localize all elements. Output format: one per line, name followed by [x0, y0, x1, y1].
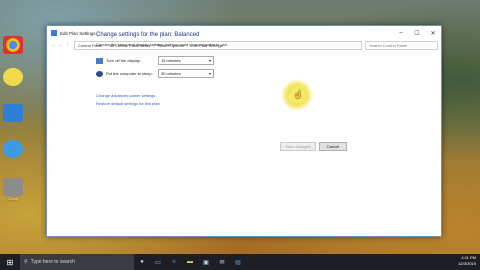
- microphone-icon[interactable]: ●: [134, 254, 150, 270]
- sleep-timeout-select[interactable]: 30 minutes ▾: [158, 69, 214, 78]
- edge-icon[interactable]: [3, 104, 23, 122]
- close-button[interactable]: ✕: [425, 26, 441, 40]
- display-setting-row: Turn off the display: 15 minutes ▾: [96, 55, 386, 66]
- control-panel-icon: [51, 30, 57, 36]
- mail-icon[interactable]: ✉: [214, 254, 230, 270]
- chevron-down-icon: ▾: [208, 71, 211, 76]
- maximize-button[interactable]: ☐: [409, 26, 425, 40]
- taskbar-search-input[interactable]: ⚲ Type here to search: [20, 254, 134, 270]
- chevron-down-icon: ▾: [208, 58, 211, 63]
- display-timeout-select[interactable]: 15 minutes ▾: [158, 56, 214, 65]
- sleep-setting-row: Put the computer to sleep: 30 minutes ▾: [96, 68, 386, 79]
- display-timeout-value: 15 minutes: [161, 58, 181, 63]
- tool-icon[interactable]: [3, 178, 23, 196]
- minimize-button[interactable]: –: [393, 26, 409, 40]
- page-description: Choose the sleep and display settings th…: [96, 42, 229, 47]
- task-view-icon[interactable]: ▭: [150, 254, 166, 270]
- desktop-icon-label: Confi: [8, 196, 18, 201]
- chrome-icon[interactable]: [3, 36, 23, 54]
- start-button[interactable]: ⊞: [0, 254, 20, 270]
- store-icon[interactable]: ▣: [198, 254, 214, 270]
- clock-date: 12/3/2019: [458, 261, 476, 266]
- taskbar: ⊞ ⚲ Type here to search ● ▭ e ▬ ▣ ✉ ▤ 4:…: [0, 254, 480, 270]
- page-title: Change settings for the plan: Balanced: [96, 32, 200, 38]
- sleep-timeout-value: 30 minutes: [161, 71, 181, 76]
- dialog-buttons: Save changes Cancel: [280, 142, 350, 151]
- monitor-icon: [96, 57, 103, 64]
- cancel-button[interactable]: Cancel: [319, 142, 347, 151]
- sleep-setting-label: Put the computer to sleep:: [106, 71, 153, 76]
- ie-icon[interactable]: [3, 140, 23, 158]
- search-icon: ⚲: [24, 259, 28, 265]
- up-arrow-icon[interactable]: ↑: [64, 42, 71, 48]
- back-arrow-icon[interactable]: ←: [50, 42, 57, 48]
- control-panel-taskbar-icon[interactable]: ▤: [230, 254, 246, 270]
- restore-defaults-link[interactable]: Restore default settings for this plan: [96, 101, 386, 106]
- display-setting-label: Turn off the display:: [106, 58, 141, 63]
- chat-icon[interactable]: [3, 68, 23, 86]
- moon-icon: [96, 70, 103, 77]
- taskbar-search-text: Type here to search: [30, 259, 75, 265]
- save-button[interactable]: Save changes: [280, 142, 316, 151]
- edge-taskbar-icon[interactable]: e: [166, 254, 182, 270]
- file-explorer-icon[interactable]: ▬: [182, 254, 198, 270]
- advanced-settings-link[interactable]: Change advanced power settings: [96, 93, 386, 98]
- hand-cursor-icon: ☝: [293, 90, 303, 99]
- plan-settings-content: Change settings for the plan: Balanced C…: [96, 32, 386, 106]
- forward-arrow-icon[interactable]: →: [57, 42, 64, 48]
- system-clock[interactable]: 4:11 PM 12/3/2019: [458, 255, 476, 267]
